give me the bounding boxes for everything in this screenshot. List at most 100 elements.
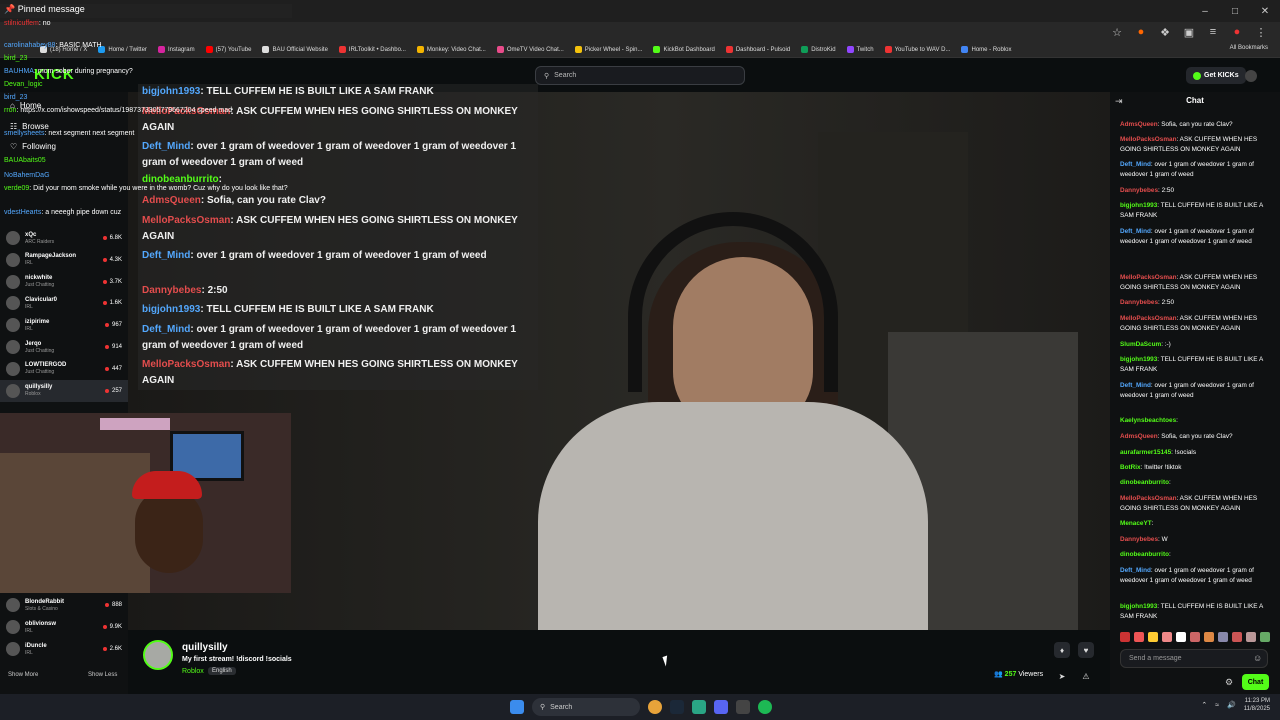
chat-username[interactable]: Deft_Mind — [1120, 228, 1151, 235]
bookmark-item[interactable]: (57) YouTube — [205, 43, 251, 56]
sidebar-channel[interactable]: Jerqo Just Chatting 914 — [0, 336, 128, 358]
chat-username[interactable]: dinobeanburrito — [1120, 551, 1169, 558]
sidebar-channel[interactable]: BlondeRabbit Slots & Casino 888 — [0, 594, 128, 616]
emote-icon[interactable] — [1120, 632, 1130, 642]
share-icon[interactable]: ➤ — [1054, 668, 1070, 684]
emote-icon[interactable] — [1190, 632, 1200, 642]
chat-username[interactable]: Kaelynsbeachtoes — [1120, 417, 1176, 424]
chat-username[interactable]: AdmsQueen — [1120, 433, 1158, 440]
steam-icon[interactable] — [670, 700, 684, 714]
sidebar-channel[interactable]: nickwhite Just Chatting 3.7K — [0, 271, 128, 293]
show-more-button[interactable]: Show More — [8, 672, 38, 678]
app-icon[interactable] — [692, 700, 706, 714]
chat-username[interactable]: MelloPacksOsman — [1120, 136, 1176, 143]
emote-icon[interactable] — [1176, 632, 1186, 642]
chat-username[interactable]: AdmsQueen — [1120, 121, 1158, 128]
spotify-icon[interactable] — [758, 700, 772, 714]
emote-icon[interactable] — [1162, 632, 1172, 642]
follow-heart-icon[interactable]: ♥ — [1078, 642, 1094, 658]
chat-message-input[interactable]: Send a message — [1120, 649, 1268, 668]
chevron-up-icon[interactable]: ⌃ — [1201, 701, 1207, 709]
sidebar-channel[interactable]: Clavicular0 IRL 1.6K — [0, 292, 128, 314]
bookmark-item[interactable]: OmeTV Video Chat... — [496, 43, 564, 56]
sidebar-channel[interactable]: LOWTIERGOD Just Chatting 447 — [0, 358, 128, 380]
clock[interactable]: 11:23 PM 11/8/2025 — [1244, 697, 1270, 713]
sidebar-channel[interactable]: izipirime IRL 967 — [0, 314, 128, 336]
stream-category[interactable]: Roblox — [182, 668, 204, 675]
bookmark-item[interactable]: Instagram — [157, 43, 195, 56]
menu-icon[interactable]: ⋮ — [1254, 25, 1268, 39]
sidebar-channel[interactable]: RampageJackson IRL 4.3K — [0, 249, 128, 271]
emote-icon[interactable] — [1204, 632, 1214, 642]
emoji-icon[interactable]: ☺ — [1253, 653, 1262, 663]
emote-icon[interactable] — [1148, 632, 1158, 642]
puzzle-icon[interactable]: ❖ — [1158, 25, 1172, 39]
chat-username[interactable]: Dannybebes — [1120, 536, 1158, 543]
chrome-icon[interactable] — [648, 700, 662, 714]
profile-icon[interactable]: ● — [1230, 25, 1244, 39]
user-avatar[interactable] — [1245, 70, 1257, 82]
chat-username[interactable]: bigjohn1993 — [1120, 356, 1157, 363]
bookmark-item[interactable]: DistroKid — [801, 43, 836, 56]
sidebar-channel[interactable]: xQc ARC Raiders 6.8K — [0, 227, 128, 249]
address-bar[interactable] — [0, 22, 1280, 42]
sidebar-channel[interactable]: iDuncle IRL 2.6K — [0, 638, 128, 660]
chat-username[interactable]: Dannybebes — [1120, 299, 1158, 306]
minimize-icon[interactable]: – — [1190, 0, 1220, 22]
chat-send-button[interactable]: Chat — [1242, 674, 1269, 690]
windows-start-icon[interactable] — [510, 700, 524, 714]
get-kicks-button[interactable]: Get KICKs — [1186, 67, 1246, 84]
sidebar-channel[interactable]: oblivionsw IRL 9.9K — [0, 616, 128, 638]
extension-icon[interactable]: ● — [1134, 25, 1148, 39]
taskbar-search[interactable]: ⚲ Search — [532, 698, 640, 716]
bookmark-item[interactable]: BAU Official Website — [262, 43, 328, 56]
bookmark-item[interactable]: Home / Twitter — [98, 43, 147, 56]
tabs-icon[interactable]: ≡ — [1206, 25, 1220, 39]
bookmark-item[interactable]: KickBot Dashboard — [653, 43, 715, 56]
show-less-button[interactable]: Show Less — [88, 672, 117, 678]
bookmark-item[interactable]: Home - Roblox — [961, 43, 1012, 56]
bookmark-item[interactable]: Dashboard - Pulsoid — [725, 43, 790, 56]
chat-username[interactable]: Dannybebes — [1120, 187, 1158, 194]
obs-icon[interactable] — [736, 700, 750, 714]
chat-username[interactable]: dinobeanburrito — [1120, 479, 1169, 486]
volume-icon[interactable]: 🔊 — [1227, 701, 1236, 709]
streamer-name[interactable]: quillysilly — [182, 642, 228, 653]
bookmark-item[interactable]: YouTube to WAV D... — [884, 43, 950, 56]
star-icon[interactable]: ☆ — [1110, 25, 1124, 39]
chat-username[interactable]: Deft_Mind — [1120, 567, 1151, 574]
chat-username[interactable]: Deft_Mind — [1120, 382, 1151, 389]
wifi-icon[interactable]: ≈ — [1215, 702, 1219, 709]
bookmark-item[interactable]: Monkey: Video Chat... — [416, 43, 486, 56]
chat-username[interactable]: bigjohn1993 — [1120, 202, 1157, 209]
bookmark-item[interactable]: Twitch — [846, 43, 874, 56]
chat-username[interactable]: aurafarmer15145 — [1120, 449, 1171, 456]
emote-icon[interactable] — [1260, 632, 1270, 642]
chat-username[interactable]: Deft_Mind — [1120, 161, 1151, 168]
streamer-avatar[interactable] — [143, 640, 173, 670]
chat-username[interactable]: bigjohn1993 — [1120, 603, 1157, 610]
chat-username[interactable]: MelloPacksOsman — [1120, 315, 1176, 322]
nav-following[interactable]: ♡ Following — [10, 142, 56, 151]
cast-icon[interactable]: ▣ — [1182, 25, 1196, 39]
search-input[interactable]: ⚲ Search — [535, 66, 745, 85]
emote-icon[interactable] — [1134, 632, 1144, 642]
emote-icon[interactable] — [1246, 632, 1256, 642]
bell-icon[interactable]: ♦ — [1054, 642, 1070, 658]
chat-settings-icon[interactable]: ⚙ — [1225, 677, 1233, 688]
bookmark-item[interactable]: IRLToolkit • Dashbo... — [338, 43, 406, 56]
emote-icon[interactable] — [1218, 632, 1228, 642]
discord-icon[interactable] — [714, 700, 728, 714]
chat-username[interactable]: MelloPacksOsman — [1120, 274, 1176, 281]
chat-username[interactable]: BotRix — [1120, 464, 1141, 471]
chat-username[interactable]: MelloPacksOsman — [1120, 495, 1176, 502]
all-bookmarks-button[interactable]: All Bookmarks — [1230, 45, 1268, 51]
emote-icon[interactable] — [1232, 632, 1242, 642]
maximize-icon[interactable]: □ — [1220, 0, 1250, 22]
sidebar-channel[interactable]: quillysilly Roblox 257 — [0, 379, 128, 402]
report-icon[interactable]: ⚠ — [1078, 668, 1094, 684]
bookmark-item[interactable]: Picker Wheel - Spin... — [574, 43, 642, 56]
close-icon[interactable]: ✕ — [1250, 0, 1280, 22]
chat-username[interactable]: SlumDaScum — [1120, 341, 1161, 348]
stream-language-tag[interactable]: English — [208, 667, 236, 675]
